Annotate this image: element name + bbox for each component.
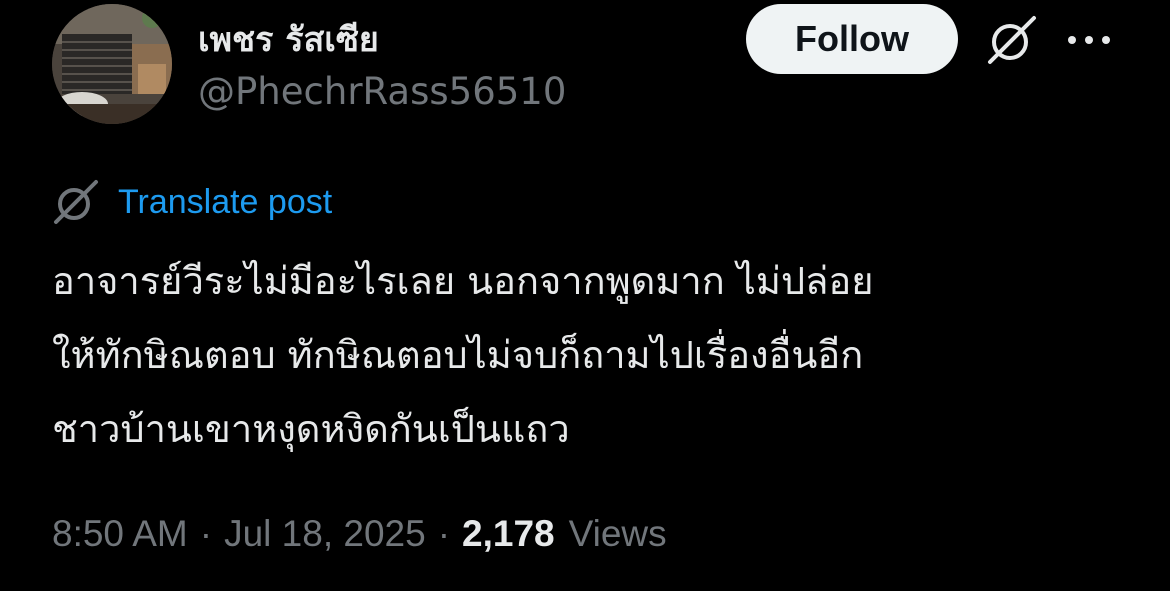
follow-button[interactable]: Follow <box>746 4 958 74</box>
views-count: 2,178 <box>462 513 555 554</box>
meta-separator: · <box>199 513 213 554</box>
views-label: Views <box>568 513 667 554</box>
meta-separator: · <box>437 513 451 554</box>
post-text: อาจารย์วีระไม่มีอะไรเลย นอกจากพูดมาก ไม่… <box>52 244 1142 466</box>
post-text-line: อาจารย์วีระไม่มีอะไรเลย นอกจากพูดมาก ไม่… <box>52 259 874 303</box>
grok-button[interactable] <box>984 12 1040 68</box>
more-icon <box>1068 36 1110 44</box>
grok-icon <box>988 16 1036 64</box>
grok-icon <box>54 180 98 224</box>
post-meta: 8:50 AM · Jul 18, 2025 · 2,178 Views <box>52 508 667 560</box>
author-display-name[interactable]: เพชร รัสเซีย <box>198 12 379 66</box>
translate-post-label[interactable]: Translate post <box>118 183 332 222</box>
post-date[interactable]: Jul 18, 2025 <box>224 513 426 555</box>
profile-photo <box>52 4 172 124</box>
translate-post-link[interactable]: Translate post <box>52 176 332 228</box>
more-button[interactable] <box>1062 20 1116 60</box>
avatar[interactable] <box>52 4 172 124</box>
post-text-line: ให้ทักษิณตอบ ทักษิณตอบไม่จบก็ถามไปเรื่อง… <box>52 333 864 377</box>
post-time[interactable]: 8:50 AM <box>52 513 188 555</box>
post-text-line: ชาวบ้านเขาหงุดหงิดกันเป็นแถว <box>52 407 570 451</box>
author-handle[interactable]: @PhechrRass56510 <box>198 70 566 113</box>
